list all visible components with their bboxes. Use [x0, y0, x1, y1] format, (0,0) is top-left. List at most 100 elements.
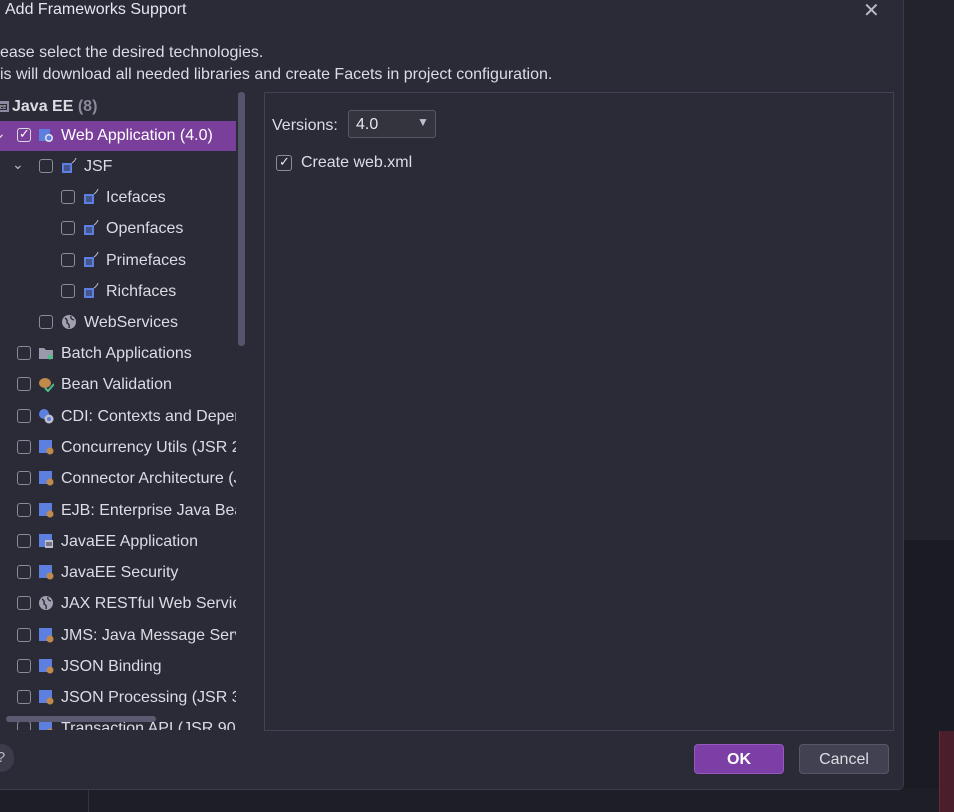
create-webxml-label[interactable]: Create web.xml: [301, 154, 412, 172]
dropdown-arrow-icon: ▼: [417, 115, 429, 129]
javaee-app-icon: [38, 533, 54, 549]
connector-architecture-checkbox[interactable]: [17, 471, 31, 485]
tree-root-java-ee[interactable]: EE Java EE (8): [0, 92, 248, 122]
tree-item-cdi[interactable]: CDI: Contexts and Depend: [0, 402, 248, 432]
tree-item-label: Icefaces: [106, 189, 166, 206]
tree-item-label: Concurrency Utils (JSR 236: [61, 439, 248, 456]
svg-text:EE: EE: [0, 105, 6, 111]
module-icon: [38, 689, 54, 705]
tree-root-label: Java EE (8): [12, 98, 98, 115]
tree-item-label: Bean Validation: [61, 376, 172, 393]
jsf-icon: [83, 189, 99, 205]
tree-item-label: Primefaces: [106, 252, 187, 269]
tree-item-jms[interactable]: JMS: Java Message Servic: [0, 621, 248, 651]
module-icon: [38, 470, 54, 486]
tree-scrollbar-thumb[interactable]: [238, 92, 245, 346]
tree-horizontal-scrollbar[interactable]: [6, 716, 156, 722]
chevron-down-icon[interactable]: ⌄: [12, 156, 24, 173]
tree-item-batch-applications[interactable]: Batch Applications: [0, 339, 248, 369]
json-binding-checkbox[interactable]: [17, 659, 31, 673]
close-icon[interactable]: ✕: [863, 1, 880, 21]
tree-item-label: WebServices: [84, 314, 178, 331]
tree-item-label: CDI: Contexts and Depend: [61, 408, 248, 425]
module-icon: [38, 658, 54, 674]
technologies-tree: EE Java EE (8) ⌄ ✓ Web Application (4.0)…: [0, 92, 248, 730]
cancel-button[interactable]: Cancel: [799, 744, 889, 774]
module-icon: [38, 564, 54, 580]
tree-item-web-application[interactable]: ⌄ ✓ Web Application (4.0): [0, 121, 248, 151]
module-icon: [38, 502, 54, 518]
tree-item-label: Web Application (4.0): [61, 127, 213, 144]
jax-restful-checkbox[interactable]: [17, 596, 31, 610]
jsf-icon: [83, 252, 99, 268]
dialog-title: Add Frameworks Support: [5, 1, 187, 18]
globe-icon: [61, 314, 77, 330]
jsf-icon: [83, 220, 99, 236]
tree-item-label: JavaEE Security: [61, 564, 179, 581]
json-processing-checkbox[interactable]: [17, 690, 31, 704]
ok-button[interactable]: OK: [694, 744, 784, 774]
tree-item-label: JAX RESTful Web Services: [61, 595, 248, 612]
ejb-checkbox[interactable]: [17, 503, 31, 517]
tree-item-richfaces[interactable]: Richfaces: [0, 277, 248, 307]
tree-item-javaee-application[interactable]: JavaEE Application: [0, 527, 248, 557]
tree-item-label: Openfaces: [106, 220, 184, 237]
globe-icon: [38, 595, 54, 611]
tree-item-bean-validation[interactable]: Bean Validation: [0, 370, 248, 400]
jsf-icon: [61, 158, 77, 174]
cdi-icon: [38, 408, 54, 424]
tree-item-primefaces[interactable]: Primefaces: [0, 246, 248, 276]
batch-applications-checkbox[interactable]: [17, 346, 31, 360]
openfaces-checkbox[interactable]: [61, 221, 75, 235]
tree-item-label: EJB: Enterprise Java Beans: [61, 502, 248, 519]
jms-checkbox[interactable]: [17, 628, 31, 642]
versions-dropdown[interactable]: 4.0 ▼: [348, 110, 436, 138]
tree-item-connector-architecture[interactable]: Connector Architecture (J: [0, 464, 248, 494]
webservices-checkbox[interactable]: [39, 315, 53, 329]
jsf-checkbox[interactable]: [39, 159, 53, 173]
tree-item-json-processing[interactable]: JSON Processing (JSR 353: [0, 683, 248, 713]
javaee-security-checkbox[interactable]: [17, 565, 31, 579]
transaction-api-checkbox[interactable]: [17, 721, 31, 730]
tree-item-label: JSON Processing (JSR 353: [61, 689, 248, 706]
framework-config-panel: [264, 92, 894, 731]
tree-item-openfaces[interactable]: Openfaces: [0, 214, 248, 244]
background-status-strip: [0, 788, 954, 812]
richfaces-checkbox[interactable]: [61, 284, 75, 298]
chevron-down-icon[interactable]: ⌄: [0, 125, 6, 142]
jsf-icon: [83, 283, 99, 299]
module-icon: [38, 439, 54, 455]
tree-item-icefaces[interactable]: Icefaces: [0, 183, 248, 213]
background-window-edge: [903, 0, 954, 540]
icefaces-checkbox[interactable]: [61, 190, 75, 204]
background-divider: [88, 788, 89, 812]
background-notification-edge: [939, 731, 954, 812]
description-line-1: ease select the desired technologies.: [0, 44, 264, 61]
tree-item-webservices[interactable]: WebServices: [0, 308, 248, 338]
primefaces-checkbox[interactable]: [61, 253, 75, 267]
description-line-2: is will download all needed libraries an…: [0, 66, 553, 83]
versions-value: 4.0: [356, 116, 379, 133]
web-application-checkbox[interactable]: ✓: [17, 126, 31, 142]
tree-item-jsf[interactable]: ⌄ JSF: [0, 152, 248, 182]
tree-item-label: JavaEE Application: [61, 533, 198, 550]
create-webxml-checkbox[interactable]: ✓: [276, 154, 292, 171]
folder-icon: [38, 345, 54, 361]
bean-check-icon: [38, 376, 54, 392]
tree-item-label: JSON Binding: [61, 658, 162, 675]
tree-item-label: Richfaces: [106, 283, 177, 300]
javaee-application-checkbox[interactable]: [17, 534, 31, 548]
versions-label: Versions:: [272, 117, 338, 134]
tree-item-concurrency-utils[interactable]: Concurrency Utils (JSR 236: [0, 433, 248, 463]
module-icon: [38, 627, 54, 643]
bean-validation-checkbox[interactable]: [17, 377, 31, 391]
tree-item-javaee-security[interactable]: JavaEE Security: [0, 558, 248, 588]
tree-item-ejb[interactable]: EJB: Enterprise Java Beans: [0, 496, 248, 526]
cdi-checkbox[interactable]: [17, 409, 31, 423]
tree-item-jax-restful[interactable]: JAX RESTful Web Services: [0, 589, 248, 619]
tree-item-label: Batch Applications: [61, 345, 192, 362]
concurrency-utils-checkbox[interactable]: [17, 440, 31, 454]
tree-item-json-binding[interactable]: JSON Binding: [0, 652, 248, 682]
tree-item-label: JSF: [84, 158, 113, 175]
tree-item-label: Connector Architecture (J: [61, 470, 242, 487]
